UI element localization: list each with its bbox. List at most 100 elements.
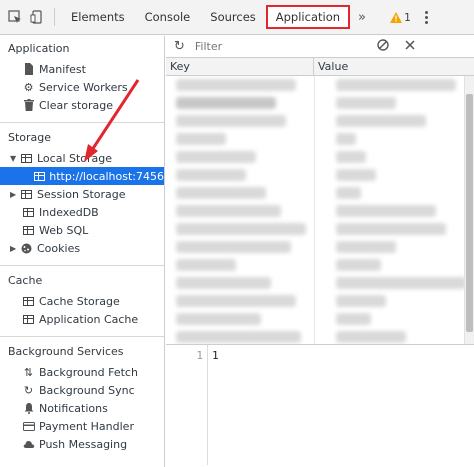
sidebar-item-clear-storage[interactable]: Clear storage — [0, 96, 164, 114]
sidebar-item-service-workers[interactable]: ⚙ Service Workers — [0, 78, 164, 96]
sidebar-item-cache-storage[interactable]: Cache Storage — [0, 292, 164, 310]
line-number: 1 — [166, 345, 208, 465]
sidebar-item-notifications[interactable]: Notifications — [0, 399, 164, 417]
sidebar-item-localhost-origin[interactable]: http://localhost:7456 — [0, 167, 164, 185]
table-row[interactable] — [166, 184, 474, 202]
warning-count: 1 — [404, 10, 411, 24]
sidebar-item-label: Push Messaging — [39, 437, 128, 451]
more-tabs-button[interactable]: » — [350, 10, 374, 25]
collapsed-triangle-icon[interactable]: ▶ — [10, 190, 20, 199]
sidebar-item-label: Notifications — [39, 401, 108, 415]
sidebar-item-local-storage[interactable]: ▼ Local Storage — [0, 149, 164, 167]
storage-table-body — [166, 76, 474, 345]
credit-card-icon — [22, 420, 35, 433]
cookie-icon — [20, 242, 33, 255]
sidebar-item-label: Background Sync — [39, 383, 135, 397]
storage-grid-icon — [22, 295, 35, 308]
section-divider — [0, 122, 164, 123]
storage-table-header: Key Value — [166, 58, 474, 76]
tab-application[interactable]: Application — [265, 5, 351, 29]
table-row[interactable] — [166, 76, 474, 94]
database-icon — [22, 206, 35, 219]
clear-all-icon[interactable] — [377, 39, 389, 54]
tab-sources[interactable]: Sources — [200, 0, 266, 35]
value-preview-editor[interactable]: 1 1 — [166, 345, 474, 465]
sidebar-item-push-messaging[interactable]: Push Messaging — [0, 435, 164, 453]
table-row[interactable] — [166, 292, 474, 310]
section-divider — [0, 265, 164, 266]
trash-icon — [22, 99, 35, 112]
sidebar-item-background-fetch[interactable]: ⇅ Background Fetch — [0, 363, 164, 381]
more-options-icon[interactable] — [419, 10, 434, 24]
table-row[interactable] — [166, 130, 474, 148]
table-row[interactable] — [166, 202, 474, 220]
devtools-toolbar: Elements Console Sources Application » 1 — [0, 0, 474, 35]
database-icon — [22, 224, 35, 237]
sidebar-item-websql[interactable]: Web SQL — [0, 221, 164, 239]
warning-icon — [390, 11, 402, 23]
toolbar-divider — [54, 8, 55, 26]
delete-selected-icon[interactable] — [405, 40, 415, 53]
sidebar-item-label: Manifest — [39, 62, 86, 76]
storage-grid-icon — [22, 313, 35, 326]
sidebar-item-label: Local Storage — [37, 151, 113, 165]
section-title-storage: Storage — [8, 131, 52, 144]
expanded-triangle-icon[interactable]: ▼ — [10, 154, 20, 163]
table-row[interactable] — [166, 148, 474, 166]
tab-elements[interactable]: Elements — [61, 0, 135, 35]
table-row[interactable] — [166, 166, 474, 184]
storage-grid-icon — [20, 152, 33, 165]
storage-main-panel: ↻ Key Value 1 1 — [166, 36, 474, 467]
table-row[interactable] — [166, 328, 474, 344]
section-title-application: Application — [8, 42, 70, 55]
sync-arrows-icon: ⇅ — [23, 365, 34, 379]
sidebar-item-label: Background Fetch — [39, 365, 138, 379]
filter-input[interactable] — [190, 38, 361, 55]
document-icon — [22, 63, 35, 76]
device-toolbar-icon[interactable] — [26, 6, 48, 28]
sidebar-item-label: Cache Storage — [39, 294, 120, 308]
bell-icon — [22, 402, 35, 415]
sidebar-item-label: http://localhost:7456 — [49, 169, 164, 183]
sidebar-item-manifest[interactable]: Manifest — [0, 60, 164, 78]
sidebar-item-label: Service Workers — [39, 80, 128, 94]
column-header-key[interactable]: Key — [166, 58, 314, 75]
sidebar-item-cookies[interactable]: ▶ Cookies — [0, 239, 164, 257]
table-row[interactable] — [166, 94, 474, 112]
sidebar-item-application-cache[interactable]: Application Cache — [0, 310, 164, 328]
table-row[interactable] — [166, 310, 474, 328]
storage-grid-icon — [20, 188, 33, 201]
sidebar-item-label: Cookies — [37, 241, 81, 255]
sidebar-item-label: Session Storage — [37, 187, 126, 201]
application-sidebar: Application Manifest ⚙ Service Workers C… — [0, 36, 165, 467]
sync-icon: ↻ — [23, 383, 34, 397]
collapsed-triangle-icon[interactable]: ▶ — [10, 244, 20, 253]
sidebar-item-indexeddb[interactable]: IndexedDB — [0, 203, 164, 221]
sidebar-item-payment-handler[interactable]: Payment Handler — [0, 417, 164, 435]
scrollbar-thumb[interactable] — [466, 94, 473, 332]
column-header-value[interactable]: Value — [314, 58, 348, 75]
editor-content[interactable]: 1 — [208, 345, 219, 465]
storage-filter-bar: ↻ — [166, 36, 474, 58]
storage-grid-icon — [34, 170, 46, 183]
table-scrollbar[interactable] — [464, 76, 474, 344]
warnings-indicator[interactable]: 1 — [390, 11, 411, 24]
section-title-background-services: Background Services — [8, 345, 124, 358]
table-row[interactable] — [166, 274, 474, 292]
sidebar-item-label: Web SQL — [39, 223, 89, 237]
sidebar-item-label: Clear storage — [39, 98, 114, 112]
table-row[interactable] — [166, 112, 474, 130]
section-title-cache: Cache — [8, 274, 43, 287]
sidebar-item-background-sync[interactable]: ↻ Background Sync — [0, 381, 164, 399]
inspect-element-icon[interactable] — [4, 6, 26, 28]
table-row[interactable] — [166, 238, 474, 256]
table-row[interactable] — [166, 220, 474, 238]
section-divider — [0, 336, 164, 337]
sidebar-item-session-storage[interactable]: ▶ Session Storage — [0, 185, 164, 203]
table-row[interactable] — [166, 256, 474, 274]
tab-console[interactable]: Console — [135, 0, 201, 35]
sidebar-item-label: Payment Handler — [39, 419, 134, 433]
refresh-icon[interactable]: ↻ — [174, 39, 185, 54]
cloud-icon — [22, 438, 35, 451]
sidebar-item-label: IndexedDB — [39, 205, 99, 219]
